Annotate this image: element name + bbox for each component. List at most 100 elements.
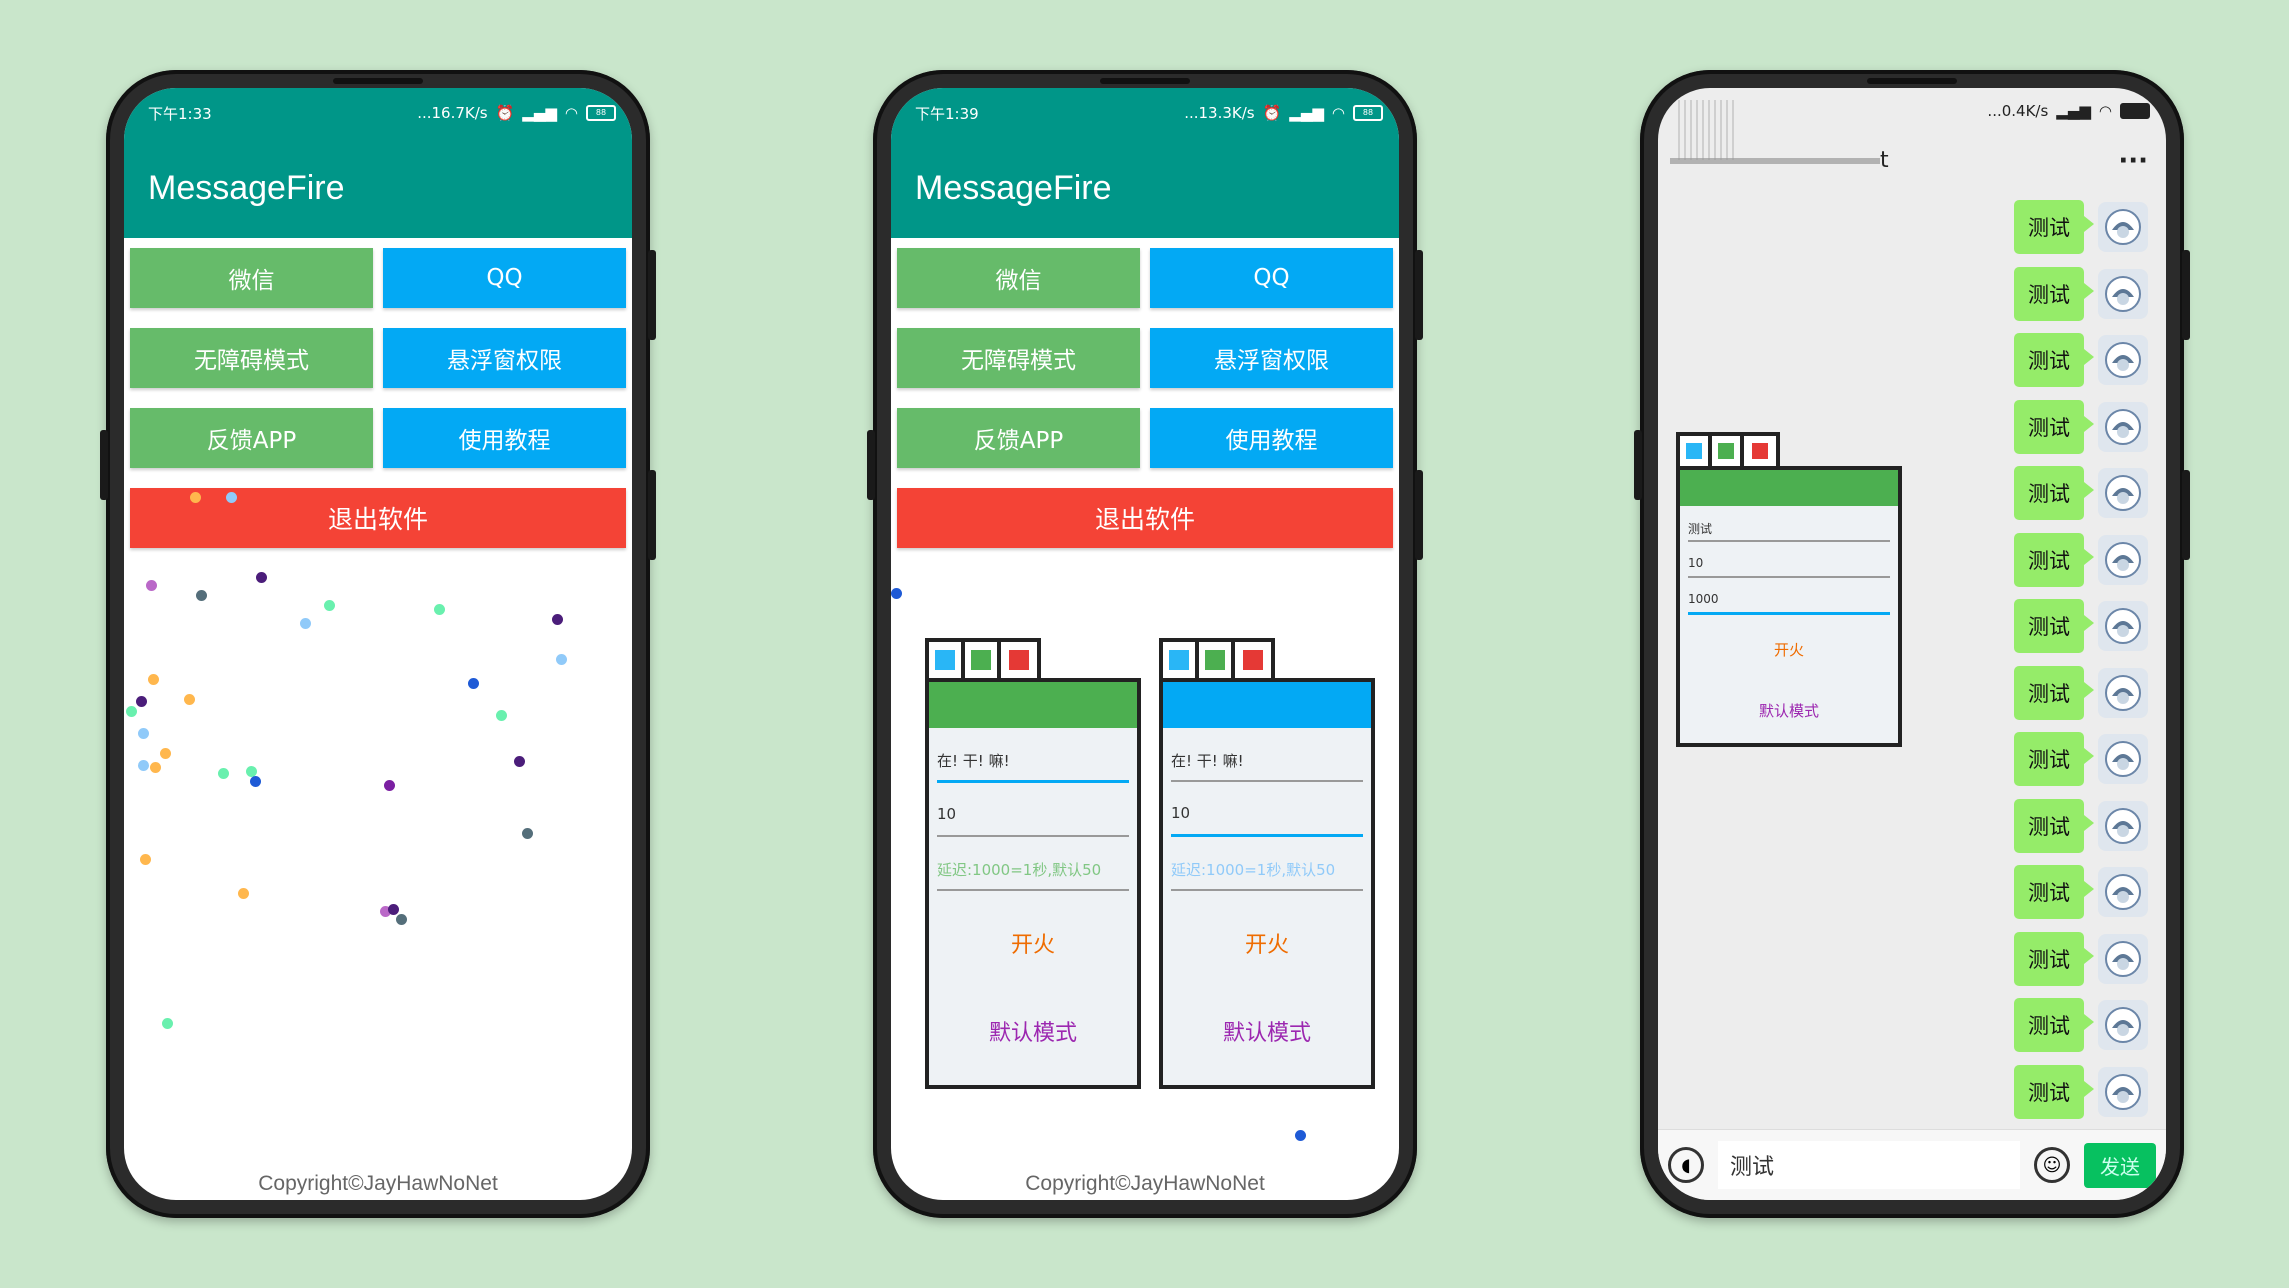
chat-message-row: 测试: [2014, 466, 2148, 520]
avatar[interactable]: [2098, 268, 2148, 319]
tab-red[interactable]: [1235, 642, 1271, 678]
tab-blue[interactable]: [1680, 436, 1712, 466]
avatar[interactable]: [2098, 335, 2148, 385]
message-bubble[interactable]: 测试: [2014, 998, 2094, 1052]
tutorial-button[interactable]: 使用教程: [1150, 408, 1393, 468]
signal-icon: ▂▄▆: [522, 104, 557, 122]
message-bubble[interactable]: 测试: [2014, 732, 2094, 786]
message-field[interactable]: 测试: [1688, 506, 1890, 542]
alarm-icon: ⏰: [1262, 104, 1282, 122]
avatar[interactable]: [2098, 867, 2148, 917]
avatar[interactable]: [2098, 800, 2148, 851]
count-field[interactable]: 10: [937, 783, 1129, 837]
phone-screen-1: 下午1:33 ...16.7K/s ⏰ ▂▄▆ ◠ 88 MessageFire…: [124, 88, 632, 1200]
fire-button[interactable]: 开火: [1163, 927, 1371, 959]
accessibility-mode-button[interactable]: 无障碍模式: [130, 328, 373, 388]
network-speed: ...16.7K/s: [417, 104, 488, 122]
avatar[interactable]: [2098, 667, 2148, 718]
avatar[interactable]: [2098, 1066, 2148, 1117]
blurred-chat-title: [1670, 158, 1880, 164]
message-field[interactable]: 在! 干! 嘛!: [1171, 728, 1363, 782]
tab-red[interactable]: [1001, 642, 1037, 678]
feedback-button[interactable]: 反馈APP: [130, 408, 373, 468]
more-options-icon[interactable]: ···: [2118, 146, 2148, 176]
battery-icon: 88: [586, 105, 616, 121]
accessibility-mode-button[interactable]: 无障碍模式: [897, 328, 1140, 388]
message-bubble[interactable]: 测试: [2014, 399, 2094, 454]
message-bubble[interactable]: 测试: [2014, 1064, 2094, 1119]
copyright-text: Copyright©JayHawNoNet: [1025, 1172, 1265, 1195]
overlay-permission-button[interactable]: 悬浮窗权限: [1150, 328, 1393, 388]
avatar[interactable]: [2098, 933, 2148, 984]
default-mode-button[interactable]: 默认模式: [1680, 700, 1898, 721]
alarm-icon: ⏰: [495, 104, 515, 122]
tab-red[interactable]: [1744, 436, 1776, 466]
floating-widget-wechat: 在! 干! 嘛! 10 延迟:1000=1秒,默认50 开火 默认模式: [925, 638, 1141, 1089]
count-field[interactable]: 10: [1688, 542, 1890, 578]
message-input[interactable]: 测试: [1718, 1141, 2020, 1189]
message-bubble[interactable]: 测试: [2014, 665, 2094, 720]
delay-field[interactable]: 延迟:1000=1秒,默认50: [937, 837, 1129, 891]
message-bubble[interactable]: 测试: [2014, 466, 2094, 520]
wechat-button[interactable]: 微信: [130, 248, 373, 308]
chat-message-row: 测试: [2014, 998, 2148, 1052]
message-bubble[interactable]: 测试: [2014, 931, 2094, 986]
message-bubble[interactable]: 测试: [2014, 532, 2094, 587]
qq-button[interactable]: QQ: [383, 248, 626, 308]
tab-green[interactable]: [1199, 642, 1235, 678]
message-bubble[interactable]: 测试: [2014, 266, 2094, 321]
send-button[interactable]: 发送: [2084, 1142, 2156, 1188]
signal-icon: ▂▄▆: [2056, 102, 2091, 120]
feedback-button[interactable]: 反馈APP: [897, 408, 1140, 468]
copyright-text: Copyright©JayHawNoNet: [258, 1172, 498, 1195]
delay-field[interactable]: 延迟:1000=1秒,默认50: [1171, 837, 1363, 891]
network-speed: ...0.4K/s: [1987, 102, 2049, 120]
chat-message-row: 测试: [2014, 399, 2148, 454]
widget-header[interactable]: [1163, 682, 1371, 728]
chat-message-row: 测试: [2014, 732, 2148, 786]
message-bubble[interactable]: 测试: [2014, 200, 2094, 254]
delay-field[interactable]: 1000: [1688, 578, 1890, 615]
avatar[interactable]: [2098, 601, 2148, 651]
count-field[interactable]: 10: [1171, 782, 1363, 837]
emoji-icon[interactable]: ☺: [2034, 1147, 2070, 1183]
exit-button[interactable]: 退出软件: [897, 488, 1393, 548]
message-bubble[interactable]: 测试: [2014, 798, 2094, 853]
qq-button[interactable]: QQ: [1150, 248, 1393, 308]
chat-message-row: 测试: [2014, 865, 2148, 919]
message-bubble[interactable]: 测试: [2014, 333, 2094, 387]
phone-frame-3: ...0.4K/s ▂▄▆ ◠ t ··· 测试 测试 测试 测试 测试 测试 测试 测试 测试…: [1634, 70, 2190, 1218]
chat-message-row: 测试: [2014, 333, 2148, 387]
avatar[interactable]: [2098, 534, 2148, 585]
wechat-button[interactable]: 微信: [897, 248, 1140, 308]
fire-button[interactable]: 开火: [929, 927, 1137, 959]
app-title: MessageFire: [915, 168, 1112, 207]
widget-header[interactable]: [1680, 470, 1898, 506]
message-field[interactable]: 在! 干! 嘛!: [937, 728, 1129, 783]
tab-green[interactable]: [965, 642, 1001, 678]
message-bubble[interactable]: 测试: [2014, 599, 2094, 653]
chat-title-suffix: t: [1880, 148, 1889, 173]
tutorial-button[interactable]: 使用教程: [383, 408, 626, 468]
tab-blue[interactable]: [1163, 642, 1199, 678]
tab-green[interactable]: [1712, 436, 1744, 466]
avatar[interactable]: [2098, 734, 2148, 784]
message-bubble[interactable]: 测试: [2014, 865, 2094, 919]
avatar[interactable]: [2098, 1000, 2148, 1050]
chat-message-row: 测试: [2014, 931, 2148, 986]
widget-header[interactable]: [929, 682, 1137, 728]
default-mode-button[interactable]: 默认模式: [1163, 1015, 1371, 1047]
exit-button[interactable]: 退出软件: [130, 488, 626, 548]
signal-icon: ▂▄▆: [1289, 104, 1324, 122]
wifi-icon: ◠: [2098, 102, 2112, 120]
status-bar: 下午1:39 ...13.3K/s ⏰ ▂▄▆ ◠ 88: [891, 88, 1399, 138]
blurred-time: [1678, 100, 1738, 160]
voice-icon[interactable]: ◖: [1668, 1147, 1704, 1183]
default-mode-button[interactable]: 默认模式: [929, 1015, 1137, 1047]
fire-button[interactable]: 开火: [1680, 639, 1898, 660]
overlay-permission-button[interactable]: 悬浮窗权限: [383, 328, 626, 388]
avatar[interactable]: [2098, 468, 2148, 518]
avatar[interactable]: [2098, 202, 2148, 252]
avatar[interactable]: [2098, 401, 2148, 452]
tab-blue[interactable]: [929, 642, 965, 678]
